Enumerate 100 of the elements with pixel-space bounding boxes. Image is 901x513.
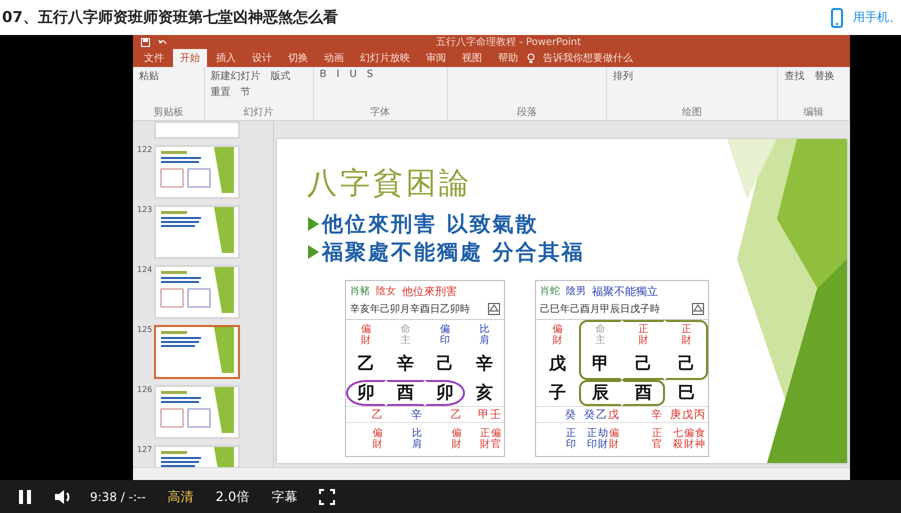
ribbon-button[interactable]: 排列 bbox=[610, 68, 635, 83]
ten-god-label: 命主 bbox=[596, 324, 606, 346]
ribbon-tab[interactable]: 文件 bbox=[137, 48, 171, 67]
group-label: 幻灯片 bbox=[242, 106, 275, 119]
ribbon-tab[interactable]: 幻灯片放映 bbox=[353, 48, 417, 67]
ribbon-button[interactable]: 版式 bbox=[268, 68, 293, 83]
hidden-stem: 辛 bbox=[411, 406, 422, 422]
hidden-god-label: 劫財 bbox=[598, 428, 608, 450]
window-title: 五行八字命理教程 - PowerPoint bbox=[434, 36, 582, 50]
video-title: 07、五行八字师资班师资班第七堂凶神恶煞怎么看 bbox=[2, 8, 338, 27]
hidden-stem: 庚 bbox=[670, 406, 681, 422]
heavenly-stem: 乙 bbox=[357, 352, 374, 375]
ribbon-tab[interactable]: 视图 bbox=[455, 48, 489, 67]
hidden-god-label: 正印 bbox=[566, 428, 576, 450]
hidden-stem: 乙 bbox=[450, 406, 462, 422]
hidden-stem: 癸 bbox=[565, 406, 576, 422]
triangle-bullet-icon bbox=[307, 244, 320, 260]
earthly-branch: 巳 bbox=[678, 382, 695, 404]
slide-number: 123 bbox=[137, 204, 151, 214]
ribbon-tab[interactable]: 设计 bbox=[245, 48, 279, 67]
heavenly-stem: 甲 bbox=[592, 352, 609, 375]
save-icon[interactable] bbox=[141, 38, 150, 47]
bullet-text: 他位來刑害 以致氣散 bbox=[322, 210, 538, 238]
earthly-branch: 酉 bbox=[635, 382, 652, 404]
slide-number: 126 bbox=[137, 384, 151, 394]
slide-number: 127 bbox=[137, 444, 151, 454]
birth-date-text: 辛亥年己卯月辛酉日乙卯時 bbox=[350, 302, 470, 316]
ribbon-button[interactable]: 粘贴 bbox=[137, 68, 161, 83]
ribbon-tab[interactable]: 开始 bbox=[173, 48, 207, 67]
ribbon-tab[interactable]: 审阅 bbox=[419, 48, 453, 67]
heavenly-stem: 戊 bbox=[549, 352, 566, 375]
hidden-god-label: 偏財 bbox=[372, 428, 382, 450]
hidden-god-label: 比肩 bbox=[412, 428, 422, 450]
heavenly-stem: 辛 bbox=[476, 352, 493, 375]
ribbon-button[interactable]: S bbox=[364, 68, 376, 80]
earthly-branch: 酉 bbox=[396, 382, 414, 404]
undo-icon[interactable] bbox=[158, 38, 167, 47]
hidden-god-label: 七殺 bbox=[673, 428, 683, 450]
ribbon-button[interactable]: 新建幻灯片 bbox=[208, 68, 263, 83]
ten-god-label: 偏印 bbox=[440, 324, 450, 346]
pause-button[interactable] bbox=[18, 488, 32, 504]
triangle-bullet-icon bbox=[307, 216, 320, 232]
hidden-god-label: 食神 bbox=[695, 428, 705, 450]
birth-date-text: 己巳年己酉月甲辰日戊子時 bbox=[540, 302, 660, 316]
phone-link[interactable]: 用手机、 bbox=[853, 9, 901, 26]
hidden-god-label: 偏財 bbox=[684, 428, 694, 450]
fullscreen-button[interactable] bbox=[319, 488, 336, 504]
ten-god-label: 正財 bbox=[638, 324, 648, 346]
quality-button[interactable]: 高清 bbox=[168, 488, 194, 506]
heavenly-stem: 己 bbox=[678, 352, 695, 375]
slide-thumbnail[interactable] bbox=[154, 324, 240, 379]
slide-number: 122 bbox=[137, 144, 151, 154]
ribbon-tab[interactable]: 动画 bbox=[317, 48, 351, 67]
ribbon-button[interactable]: 查找 bbox=[782, 68, 806, 83]
zodiac-label: 肖蛇 bbox=[540, 284, 560, 298]
heavenly-stem: 辛 bbox=[396, 352, 414, 375]
ten-god-label: 偏財 bbox=[552, 324, 562, 346]
hidden-stem: 甲 bbox=[478, 406, 489, 422]
group-label: 字体 bbox=[369, 106, 392, 119]
speed-button[interactable]: 2.0倍 bbox=[216, 488, 250, 506]
gender-label: 陰男 bbox=[566, 285, 586, 298]
ribbon-button[interactable]: B bbox=[318, 68, 328, 80]
ribbon-button[interactable]: U bbox=[347, 68, 359, 80]
hidden-stem: 壬 bbox=[490, 406, 501, 422]
group-label: 绘图 bbox=[681, 106, 704, 119]
chart-heading: 他位來刑害 bbox=[402, 284, 457, 299]
ribbon-tab[interactable]: 切换 bbox=[281, 48, 315, 67]
group-label: 编辑 bbox=[802, 106, 825, 119]
lightbulb-icon bbox=[527, 52, 535, 64]
ribbon-button[interactable]: I bbox=[334, 68, 342, 80]
tell-me-field[interactable]: 告诉我你想要做什么 bbox=[537, 48, 639, 67]
ribbon-tab[interactable]: 插入 bbox=[209, 48, 243, 67]
group-label: 段落 bbox=[516, 106, 538, 119]
earthly-branch: 子 bbox=[549, 382, 566, 404]
hidden-stem: 乙 bbox=[372, 406, 382, 422]
heavenly-stem: 己 bbox=[436, 352, 454, 375]
ten-god-label: 比肩 bbox=[479, 324, 490, 346]
ten-god-label: 命主 bbox=[400, 324, 410, 346]
hidden-god-label: 正印 bbox=[587, 428, 597, 450]
ribbon-tab[interactable]: 帮助 bbox=[491, 48, 525, 67]
bullet-text: 福聚處不能獨處 分合其福 bbox=[322, 238, 584, 266]
playback-time: 9:38 / -:-- bbox=[90, 490, 146, 504]
ten-god-label: 偏財 bbox=[360, 324, 371, 346]
slide-number: 125 bbox=[137, 324, 151, 334]
hidden-stem: 戊 bbox=[608, 406, 619, 422]
ribbon-button[interactable]: 重置 bbox=[208, 84, 233, 99]
earthly-branch: 卯 bbox=[436, 382, 454, 404]
slide-number: 124 bbox=[137, 264, 151, 274]
earthly-branch: 辰 bbox=[592, 382, 609, 404]
subtitles-button[interactable]: 字幕 bbox=[271, 488, 298, 506]
earthly-branch: 亥 bbox=[476, 382, 493, 404]
hidden-god-label: 偏官 bbox=[491, 428, 501, 450]
zodiac-label: 肖豬 bbox=[350, 284, 370, 298]
ribbon-button[interactable]: 节 bbox=[238, 84, 253, 99]
hidden-god-label: 偏財 bbox=[452, 428, 462, 450]
hidden-stem: 丙 bbox=[694, 406, 705, 422]
phone-icon bbox=[831, 8, 843, 28]
ribbon-button[interactable]: 替换 bbox=[812, 68, 836, 83]
hidden-stem: 癸 bbox=[584, 406, 595, 422]
gender-label: 陰女 bbox=[376, 285, 396, 298]
